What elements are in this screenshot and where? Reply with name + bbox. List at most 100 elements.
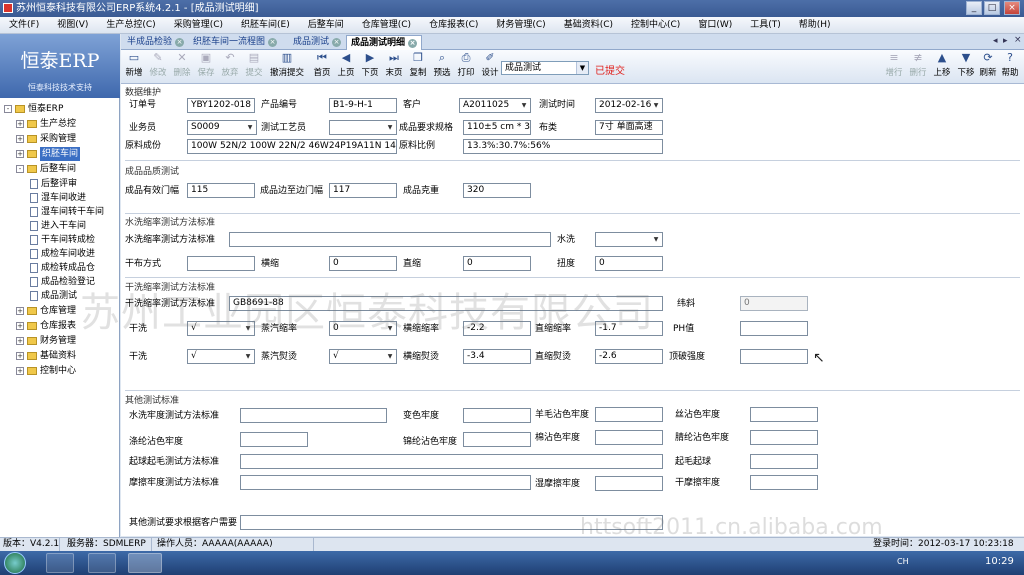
process-select[interactable] xyxy=(329,120,397,135)
spec-field[interactable]: 110±5 cm * 30 xyxy=(463,120,531,135)
menu-warehouse[interactable]: 仓库管理(C) xyxy=(353,17,420,33)
ratio-field[interactable]: 13.3%:30.7%:56% xyxy=(463,139,663,154)
tab-semi-inspection[interactable]: 半成品检验 × xyxy=(123,35,188,50)
taskbar-erp-app-icon[interactable] xyxy=(128,553,162,573)
last-page-button[interactable]: ⏭ 末页 xyxy=(383,52,405,82)
tree-item-production[interactable]: + 生产总控 xyxy=(16,117,76,131)
ph-field[interactable] xyxy=(740,321,808,336)
close-tab-icon[interactable]: × xyxy=(332,38,342,47)
delete-row-button[interactable]: ≢ 删行 xyxy=(907,52,929,82)
refresh-button[interactable]: ⟳ 刷新 xyxy=(977,52,999,82)
cancel-submit-button[interactable]: ▥ 撤消提交 xyxy=(267,52,307,82)
tree-item-basic-data[interactable]: + 基础资料 xyxy=(16,349,76,363)
expand-icon[interactable]: + xyxy=(16,120,24,128)
pilling-std-field[interactable] xyxy=(240,454,663,469)
wet-rub-field[interactable] xyxy=(595,476,663,491)
tree-item-control-center[interactable]: + 控制中心 xyxy=(16,364,76,378)
tree-item-warehouse[interactable]: + 仓库管理 xyxy=(16,304,76,318)
next-page-button[interactable]: ▶ 下页 xyxy=(359,52,381,82)
tree-leaf[interactable]: 湿车间转干车间 xyxy=(30,205,104,219)
acry2-stain-field[interactable] xyxy=(750,430,818,445)
color-change-field[interactable] xyxy=(463,408,531,423)
width-field[interactable]: 115 xyxy=(187,183,255,198)
menu-file[interactable]: 文件(F) xyxy=(0,17,48,33)
dryclean2-select[interactable]: √ xyxy=(187,349,255,364)
tab-scroll-left-icon[interactable]: ◂ xyxy=(993,36,998,46)
expand-icon[interactable]: + xyxy=(16,322,24,330)
edge-width-field[interactable]: 117 xyxy=(329,183,397,198)
tree-root[interactable]: - 恒泰ERP xyxy=(4,102,63,116)
query-select[interactable]: 成品测试 ▼ xyxy=(501,61,589,75)
add-row-button[interactable]: ≡ 增行 xyxy=(883,52,905,82)
save-button[interactable]: ▣ 保存 xyxy=(195,52,217,82)
minimize-button[interactable]: _ xyxy=(966,1,982,15)
tab-product-test[interactable]: 成品测试 × xyxy=(289,35,345,50)
collapse-icon[interactable]: - xyxy=(4,105,12,113)
menu-window[interactable]: 窗口(W) xyxy=(689,17,741,33)
wash-select[interactable] xyxy=(595,232,663,247)
taskbar-clock[interactable]: 10:29 xyxy=(985,556,1014,567)
expand-icon[interactable]: + xyxy=(16,367,24,375)
v-shrink-field[interactable]: 0 xyxy=(463,256,531,271)
material-field[interactable]: 100W 52N/2 100W 22N/2 46W24P19A11N 14 xyxy=(187,139,397,154)
h-shrink-field[interactable]: 0 xyxy=(329,256,397,271)
customer-select[interactable]: A2011025 xyxy=(459,98,531,113)
preview-button[interactable]: ⌕ 预选 xyxy=(431,52,453,82)
close-tab-icon[interactable]: × xyxy=(408,39,418,48)
dry-rub-field[interactable] xyxy=(750,475,818,490)
close-tab-icon[interactable]: × xyxy=(175,38,185,47)
wool-stain-field[interactable] xyxy=(595,407,663,422)
expand-icon[interactable]: + xyxy=(16,337,24,345)
menu-tools[interactable]: 工具(T) xyxy=(741,17,790,33)
silk-stain-field[interactable] xyxy=(750,407,818,422)
test-time-select[interactable]: 2012-02-16 xyxy=(595,98,663,113)
expand-icon[interactable]: + xyxy=(16,135,24,143)
design-button[interactable]: ✐ 设计 xyxy=(479,52,501,82)
tree-item-finishing[interactable]: - 后整车间 xyxy=(16,162,76,176)
expand-icon[interactable]: + xyxy=(16,150,24,158)
collapse-icon[interactable]: - xyxy=(16,165,24,173)
menu-finishing[interactable]: 后整车间 xyxy=(299,17,353,33)
tree-item-finance[interactable]: + 财务管理 xyxy=(16,334,76,348)
menu-weaving[interactable]: 织胚车间(E) xyxy=(232,17,299,33)
chevron-down-icon[interactable]: ▼ xyxy=(576,62,588,74)
menu-view[interactable]: 视图(V) xyxy=(48,17,97,33)
submit-button[interactable]: ▤ 提交 xyxy=(243,52,265,82)
menu-help[interactable]: 帮助(H) xyxy=(790,17,840,33)
tree-leaf[interactable]: 成品测试 xyxy=(30,289,77,303)
menu-basic-data[interactable]: 基础资料(C) xyxy=(555,17,622,33)
product-no-field[interactable]: B1-9-H-1 xyxy=(329,98,397,113)
tab-product-test-detail[interactable]: 成品测试明细 × xyxy=(346,35,423,50)
tab-scroll-right-icon[interactable]: ▸ xyxy=(1003,36,1008,46)
menu-production[interactable]: 生产总控(C) xyxy=(97,17,164,33)
taskbar-ie-icon[interactable] xyxy=(46,553,74,573)
tab-close-icon[interactable]: × xyxy=(1014,35,1022,45)
move-down-button[interactable]: ▼ 下移 xyxy=(955,52,977,82)
expand-icon[interactable]: + xyxy=(16,307,24,315)
tree-item-weaving[interactable]: + 织胚车间 xyxy=(16,147,81,161)
tab-weaving-flowchart[interactable]: 织胚车间一流程图 × xyxy=(189,35,281,50)
burst-field[interactable] xyxy=(740,349,808,364)
tree-leaf[interactable]: 后整评审 xyxy=(30,177,77,191)
cotton-stain-field[interactable] xyxy=(595,430,663,445)
menu-finance[interactable]: 财务管理(C) xyxy=(487,17,554,33)
order-no-field[interactable]: YBY1202-018 xyxy=(187,98,255,113)
maximize-button[interactable]: □ xyxy=(984,1,1000,15)
discard-button[interactable]: ↶ 放弃 xyxy=(219,52,241,82)
weight-field[interactable]: 320 xyxy=(463,183,531,198)
dry-method-field[interactable] xyxy=(187,256,255,271)
salesman-select[interactable]: S0009 xyxy=(187,120,257,135)
tree-leaf[interactable]: 进入干车间 xyxy=(30,219,86,233)
acrylic-stain-field[interactable] xyxy=(463,432,531,447)
copy-button[interactable]: ❐ 复制 xyxy=(407,52,429,82)
prev-page-button[interactable]: ◀ 上页 xyxy=(335,52,357,82)
delete-button[interactable]: ✕ 删除 xyxy=(171,52,193,82)
edit-button[interactable]: ✎ 修改 xyxy=(147,52,169,82)
tree-item-warehouse-report[interactable]: + 仓库报表 xyxy=(16,319,76,333)
cloth-field[interactable]: 7寸 单面高速 xyxy=(595,120,663,135)
rub-std-field[interactable] xyxy=(240,475,531,490)
expand-icon[interactable]: + xyxy=(16,352,24,360)
menu-purchase[interactable]: 采购管理(C) xyxy=(165,17,232,33)
tree-leaf[interactable]: 干车间转成检 xyxy=(30,233,95,247)
pilling-field[interactable] xyxy=(750,454,818,469)
